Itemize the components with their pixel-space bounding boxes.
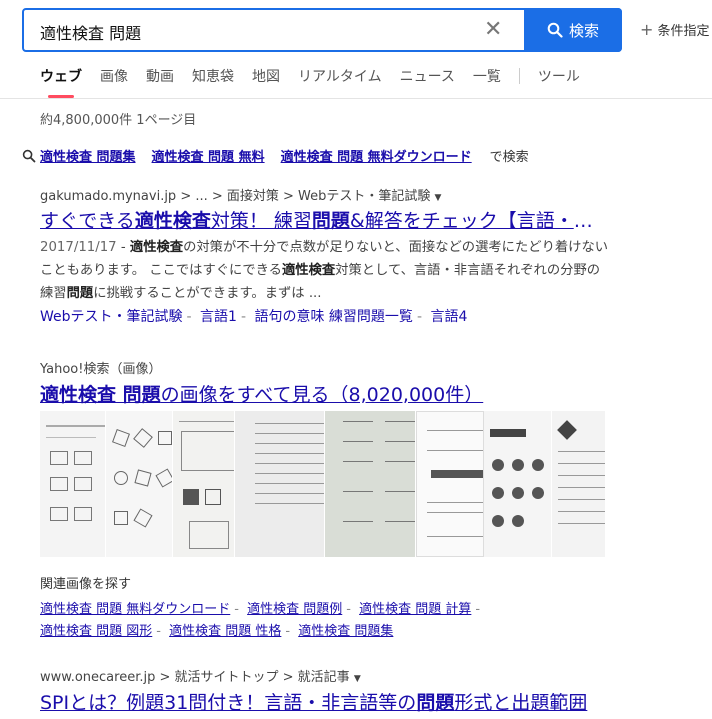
related-link[interactable]: 適性検査 問題 性格 [169,624,281,639]
image-thumbnail[interactable] [552,411,606,557]
related-link[interactable]: 適性検査 問題集 [298,624,393,639]
plus-icon: + [640,20,654,39]
tab-news[interactable]: ニュース [400,66,455,86]
caret-down-icon[interactable]: ▼ [435,193,442,203]
result-title[interactable]: SPIとは？例題31問付き！言語・非言語等の問題形式と出題範囲 [40,688,610,715]
conditions-link[interactable]: + 条件指定 [640,20,710,39]
images-source: Yahoo!検索（画像） [40,362,162,377]
suggestion-link[interactable]: 適性検査 問題 無料ダウンロード [281,146,472,165]
result-sitelinks: Webテスト・筆記試験 - 言語1- 語句の意味 練習問題一覧 - 言語4 [40,309,468,325]
tab-tools[interactable]: ツール [538,66,580,86]
conditions-label: 条件指定 [657,24,710,39]
image-thumbnail[interactable] [40,411,107,557]
related-images-title: 関連画像を探す [40,577,132,592]
tab-divider [518,68,520,84]
tabs-divider [0,98,712,99]
image-strip [40,411,606,557]
caret-down-icon[interactable]: ▼ [354,674,361,684]
image-thumbnail[interactable] [416,411,485,557]
image-thumbnail[interactable] [172,411,235,557]
search-input[interactable]: 適性検査 問題 [40,20,460,44]
result-snippet: 2017/11/17 - 適性検査の対策が不十分で点数が足りないと、面接などの選… [40,240,609,301]
tab-list[interactable]: 一覧 [473,66,501,86]
image-thumbnail[interactable] [484,411,553,557]
search-box: 適性検査 問題 ✕ 検索 [22,8,622,52]
related-link[interactable]: 適性検査 問題 無料ダウンロード [40,602,230,617]
related-images-links: 適性検査 問題 無料ダウンロード - 適性検査 問題例 - 適性検査 問題 計算 - … [40,602,481,639]
breadcrumb-text: www.onecareer.jp > 就活サイトトップ > 就活記事 [40,670,350,685]
search-button-label: 検索 [568,21,599,40]
related-link[interactable]: 適性検査 問題 計算 [359,602,471,617]
result-count: 約4,800,000件 1ページ目 [40,113,197,128]
search-icon [22,149,36,162]
tab-realtime[interactable]: リアルタイム [298,66,382,86]
suggestion-suffix: で検索 [489,150,529,165]
tab-maps[interactable]: 地図 [252,66,280,86]
image-thumbnail[interactable] [234,411,326,557]
tab-web[interactable]: ウェブ [40,66,82,98]
search-icon [547,22,563,38]
breadcrumb-text: gakumado.mynavi.jp > ... > 面接対策 > Webテスト… [40,189,431,204]
sitelink[interactable]: 語句の意味 練習問題一覧 [254,309,412,325]
sitelink[interactable]: 言語4 [430,309,467,325]
search-button[interactable]: 検索 [524,8,622,52]
suggestion-link[interactable]: 適性検査 問題集 [40,146,136,165]
sitelink[interactable]: 言語1 [200,309,237,325]
related-link[interactable]: 適性検査 問題例 [247,602,342,617]
result-breadcrumb: www.onecareer.jp > 就活サイトトップ > 就活記事 ▼ [40,666,361,685]
suggestion-row: 適性検査 問題集 適性検査 問題 無料 適性検査 問題 無料ダウンロード で検索 [22,146,529,165]
image-thumbnail[interactable] [106,411,173,557]
tab-images[interactable]: 画像 [100,66,128,86]
search-tabs: ウェブ 画像 動画 知恵袋 地図 リアルタイム ニュース 一覧 ツール [40,66,598,98]
images-title[interactable]: 適性検査 問題の画像をすべて見る（8,020,000件） [40,380,610,407]
result-title[interactable]: すぐできる適性検査対策！ 練習問題&解答をチェック【言語・非言語 [40,206,610,233]
tab-chiebukuro[interactable]: 知恵袋 [192,66,234,86]
result-date: 2017/11/17 [40,240,117,255]
tab-videos[interactable]: 動画 [146,66,174,86]
sitelink[interactable]: Webテスト・筆記試験 [40,309,183,325]
result-breadcrumb: gakumado.mynavi.jp > ... > 面接対策 > Webテスト… [40,185,441,204]
suggestion-link[interactable]: 適性検査 問題 無料 [152,146,265,165]
clear-icon[interactable]: ✕ [484,18,502,42]
related-link[interactable]: 適性検査 問題 図形 [40,624,152,639]
image-thumbnail[interactable] [325,411,417,557]
